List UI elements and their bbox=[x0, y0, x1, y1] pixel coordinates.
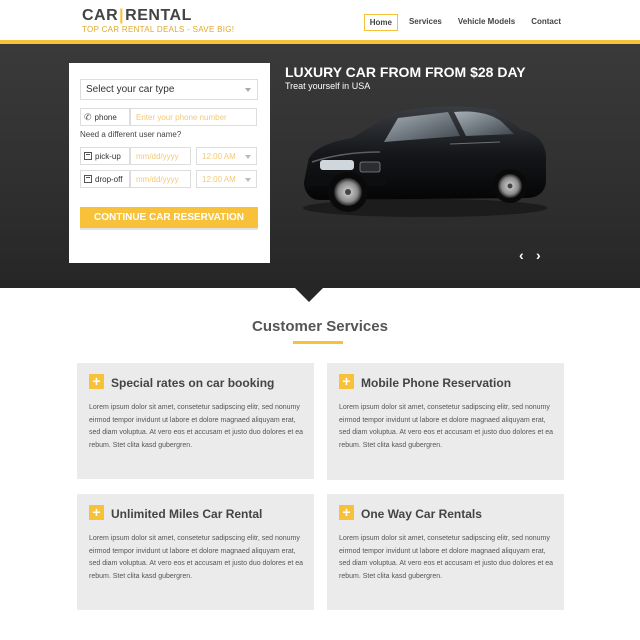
pickup-label-box: pick-up bbox=[80, 147, 130, 165]
service-card-title: Unlimited Miles Car Rental bbox=[111, 507, 263, 521]
service-card-body: Lorem ipsum dolor sit amet, consetetur s… bbox=[89, 404, 304, 449]
pickup-time-select[interactable]: 12:00 AM bbox=[196, 147, 257, 165]
car-type-select-label: Select your car type bbox=[86, 84, 175, 95]
reservation-form: Select your car type ✆ phone Enter your … bbox=[69, 63, 270, 263]
plus-icon: + bbox=[89, 505, 104, 520]
site-header: CAR|RENTAL TOP CAR RENTAL DEALS - SAVE B… bbox=[0, 0, 640, 40]
phone-input[interactable]: Enter your phone number bbox=[130, 108, 257, 126]
calendar-icon bbox=[84, 152, 92, 160]
dropoff-time-select[interactable]: 12:00 AM bbox=[196, 170, 257, 188]
pickup-row: pick-up mm/dd/yyyy 12:00 AM bbox=[80, 147, 257, 165]
service-card-body: Lorem ipsum dolor sit amet, consetetur s… bbox=[89, 535, 304, 580]
pickup-time-value: 12:00 AM bbox=[202, 152, 236, 161]
chevron-down-icon bbox=[245, 88, 251, 92]
dropoff-date-input[interactable]: mm/dd/yyyy bbox=[130, 170, 191, 188]
hero-title: LUXURY CAR FROM FROM $28 DAY bbox=[285, 64, 526, 80]
dropoff-time-value: 12:00 AM bbox=[202, 175, 236, 184]
pickup-date-input[interactable]: mm/dd/yyyy bbox=[130, 147, 191, 165]
logo[interactable]: CAR|RENTAL bbox=[82, 7, 192, 25]
car-image bbox=[303, 106, 547, 217]
logo-part-rental: RENTAL bbox=[125, 7, 192, 24]
hero-subtitle: Treat yourself in USA bbox=[285, 81, 371, 91]
plus-icon: + bbox=[339, 505, 354, 520]
chevron-down-icon bbox=[245, 155, 251, 159]
dropoff-row: drop-off mm/dd/yyyy 12:00 AM bbox=[80, 170, 257, 188]
calendar-icon bbox=[84, 175, 92, 183]
tagline: TOP CAR RENTAL DEALS - SAVE BIG! bbox=[82, 25, 235, 34]
service-card: + One Way Car Rentals Lorem ipsum dolor … bbox=[327, 494, 564, 610]
pickup-label: pick-up bbox=[95, 151, 121, 161]
section-title: Customer Services bbox=[252, 318, 388, 335]
logo-separator: | bbox=[119, 7, 125, 24]
car-type-select[interactable]: Select your car type bbox=[80, 79, 258, 100]
phone-row: ✆ phone Enter your phone number bbox=[80, 108, 257, 126]
phone-label-box: ✆ phone bbox=[80, 108, 130, 126]
plus-icon: + bbox=[339, 374, 354, 389]
nav-vehicle-models[interactable]: Vehicle Models bbox=[453, 14, 520, 31]
service-card-body: Lorem ipsum dolor sit amet, consetetur s… bbox=[339, 404, 554, 449]
service-card: + Unlimited Miles Car Rental Lorem ipsum… bbox=[77, 494, 314, 610]
different-user-link[interactable]: Need a different user name? bbox=[80, 130, 181, 139]
nav-home[interactable]: Home bbox=[363, 14, 398, 31]
service-card-title: Special rates on car booking bbox=[111, 376, 275, 390]
main-nav: Home Services Vehicle Models Contact bbox=[363, 14, 566, 31]
service-card-body: Lorem ipsum dolor sit amet, consetetur s… bbox=[339, 535, 554, 580]
logo-part-car: CAR bbox=[82, 7, 119, 24]
service-card: + Mobile Phone Reservation Lorem ipsum d… bbox=[327, 363, 564, 480]
nav-services[interactable]: Services bbox=[404, 14, 447, 31]
phone-icon: ✆ bbox=[84, 111, 92, 122]
phone-label: phone bbox=[94, 112, 117, 122]
service-card-title: One Way Car Rentals bbox=[361, 507, 482, 521]
chevron-right-icon[interactable]: › bbox=[536, 247, 541, 263]
service-card: + Special rates on car booking Lorem ips… bbox=[77, 363, 314, 479]
dropoff-label: drop-off bbox=[95, 174, 123, 184]
service-card-title: Mobile Phone Reservation bbox=[361, 376, 512, 390]
chevron-down-icon bbox=[245, 178, 251, 182]
dropoff-label-box: drop-off bbox=[80, 170, 130, 188]
continue-reservation-button[interactable]: CONTINUE CAR RESERVATION bbox=[80, 207, 258, 228]
hero-pointer bbox=[295, 288, 323, 302]
nav-contact[interactable]: Contact bbox=[526, 14, 566, 31]
plus-icon: + bbox=[89, 374, 104, 389]
section-underline bbox=[293, 341, 343, 344]
chevron-left-icon[interactable]: ‹ bbox=[519, 247, 524, 263]
